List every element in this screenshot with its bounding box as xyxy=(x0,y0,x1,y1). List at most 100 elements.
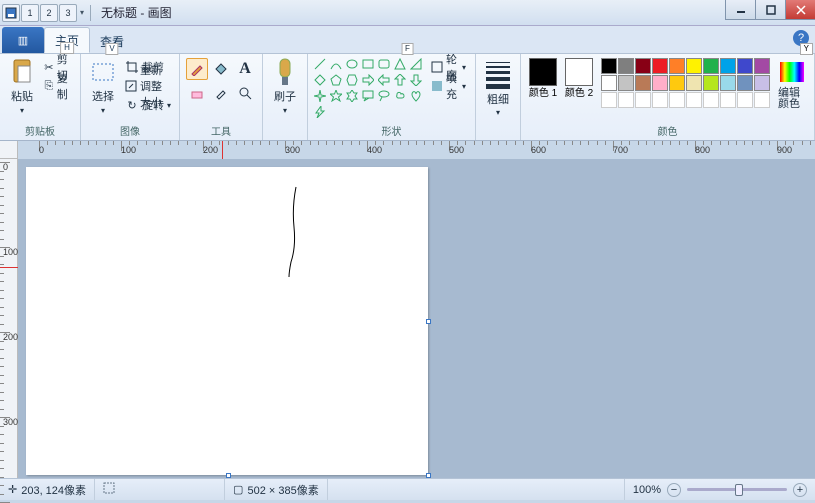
rotate-button[interactable]: ↻旋转▾ xyxy=(123,96,173,114)
color-swatch[interactable] xyxy=(601,92,617,108)
roundrect-shape[interactable] xyxy=(378,58,390,70)
color-swatch[interactable] xyxy=(669,92,685,108)
minimize-button[interactable] xyxy=(725,0,755,20)
color-swatch[interactable] xyxy=(618,92,634,108)
canvas-viewport[interactable] xyxy=(18,159,815,478)
color-swatch[interactable] xyxy=(703,75,719,91)
zoom-thumb[interactable] xyxy=(735,484,743,496)
zoom-out-button[interactable]: − xyxy=(667,483,681,497)
canvas-handle-se[interactable] xyxy=(426,473,431,478)
color-swatch[interactable] xyxy=(669,75,685,91)
color-swatch[interactable] xyxy=(703,58,719,74)
fill-tool[interactable] xyxy=(210,58,232,80)
shape-fill-button[interactable]: 填充▾ xyxy=(429,77,468,95)
brushes-button[interactable]: 刷子 ▾ xyxy=(267,56,303,117)
color-swatch[interactable] xyxy=(635,58,651,74)
callout-rect-shape[interactable] xyxy=(362,90,374,102)
qat-save-icon[interactable] xyxy=(2,4,20,22)
color-swatch[interactable] xyxy=(601,75,617,91)
maximize-button[interactable] xyxy=(755,0,785,20)
text-tool[interactable]: A xyxy=(234,58,256,80)
hexagon-shape[interactable] xyxy=(346,74,358,86)
canvas-handle-e[interactable] xyxy=(426,319,431,324)
lightning-shape[interactable] xyxy=(314,106,326,118)
color-swatch[interactable] xyxy=(635,92,651,108)
color-swatch[interactable] xyxy=(754,58,770,74)
rect-shape[interactable] xyxy=(362,58,374,70)
tab-home[interactable]: 主页 H xyxy=(44,27,90,53)
eraser-tool[interactable] xyxy=(186,82,208,104)
oval-shape[interactable] xyxy=(346,58,358,70)
color-swatch[interactable] xyxy=(737,58,753,74)
tab-view[interactable]: 查看 V xyxy=(90,29,134,53)
arrow-right-shape[interactable] xyxy=(362,74,374,86)
edit-colors-button[interactable]: 编辑颜色 xyxy=(774,56,810,112)
color-swatch[interactable] xyxy=(652,75,668,91)
color-swatch[interactable] xyxy=(720,92,736,108)
pencil-tool[interactable] xyxy=(186,58,208,80)
paste-icon xyxy=(8,58,36,86)
star5-shape[interactable] xyxy=(330,90,342,102)
file-menu-button[interactable]: ▥ F xyxy=(2,27,44,53)
heart-shape[interactable] xyxy=(410,90,422,102)
close-button[interactable] xyxy=(785,0,815,20)
color-swatch[interactable] xyxy=(618,58,634,74)
copy-button[interactable]: ⎘复制 xyxy=(42,77,74,95)
ruler-h-label: 300 xyxy=(285,145,300,155)
qat-badge-3[interactable]: 3 xyxy=(59,4,77,22)
diamond-shape[interactable] xyxy=(314,74,326,86)
workspace: 0100200300 xyxy=(0,159,815,478)
paste-button[interactable]: 粘贴 ▾ xyxy=(4,56,40,117)
select-button[interactable]: 选择 ▾ xyxy=(85,56,121,117)
brush-icon xyxy=(271,58,299,86)
arrow-down-shape[interactable] xyxy=(410,74,422,86)
ruler-h-label: 700 xyxy=(613,145,628,155)
color-swatch[interactable] xyxy=(737,92,753,108)
color-swatch[interactable] xyxy=(754,75,770,91)
canvas[interactable] xyxy=(26,167,428,475)
shape-gallery[interactable] xyxy=(312,56,426,122)
qat-badge-2[interactable]: 2 xyxy=(40,4,58,22)
color-swatch[interactable] xyxy=(686,75,702,91)
color-swatch[interactable] xyxy=(652,58,668,74)
polygon-shape[interactable] xyxy=(394,58,406,70)
magnifier-tool[interactable] xyxy=(234,82,256,104)
color-swatch[interactable] xyxy=(737,75,753,91)
arrow-up-shape[interactable] xyxy=(394,74,406,86)
zoom-in-button[interactable]: + xyxy=(793,483,807,497)
triangle-shape[interactable] xyxy=(410,58,422,70)
color-swatch[interactable] xyxy=(686,92,702,108)
star4-shape[interactable] xyxy=(314,90,326,102)
color-swatch[interactable] xyxy=(652,92,668,108)
group-tools-label: 工具 xyxy=(184,122,258,140)
qat-dropdown-icon[interactable]: ▾ xyxy=(78,8,86,17)
color-swatch[interactable] xyxy=(669,58,685,74)
thickness-button[interactable]: 粗细 ▾ xyxy=(480,56,516,119)
color-swatch[interactable] xyxy=(618,75,634,91)
color-swatch[interactable] xyxy=(703,92,719,108)
color-swatch[interactable] xyxy=(754,92,770,108)
file-key-hint: F xyxy=(401,43,414,55)
ruler-h-label: 100 xyxy=(121,145,136,155)
callout-cloud-shape[interactable] xyxy=(394,90,406,102)
qat-badge-1[interactable]: 1 xyxy=(21,4,39,22)
color-swatch[interactable] xyxy=(720,58,736,74)
pentagon-shape[interactable] xyxy=(330,74,342,86)
arrow-left-shape[interactable] xyxy=(378,74,390,86)
color-swatch[interactable] xyxy=(720,75,736,91)
color-swatch[interactable] xyxy=(686,58,702,74)
callout-oval-shape[interactable] xyxy=(378,90,390,102)
picker-tool[interactable] xyxy=(210,82,232,104)
color-swatch[interactable] xyxy=(635,75,651,91)
zoom-slider[interactable] xyxy=(687,488,787,491)
canvas-handle-s[interactable] xyxy=(226,473,231,478)
color-swatch[interactable] xyxy=(601,58,617,74)
line-shape[interactable] xyxy=(314,58,326,70)
status-selection xyxy=(95,479,225,500)
color2-button[interactable]: 颜色 2 xyxy=(561,56,597,99)
curve-shape[interactable] xyxy=(330,58,342,70)
star6-shape[interactable] xyxy=(346,90,358,102)
resize-button[interactable]: 重新调整大小 xyxy=(123,77,173,95)
ruler-h-label: 400 xyxy=(367,145,382,155)
color1-button[interactable]: 颜色 1 xyxy=(525,56,561,99)
